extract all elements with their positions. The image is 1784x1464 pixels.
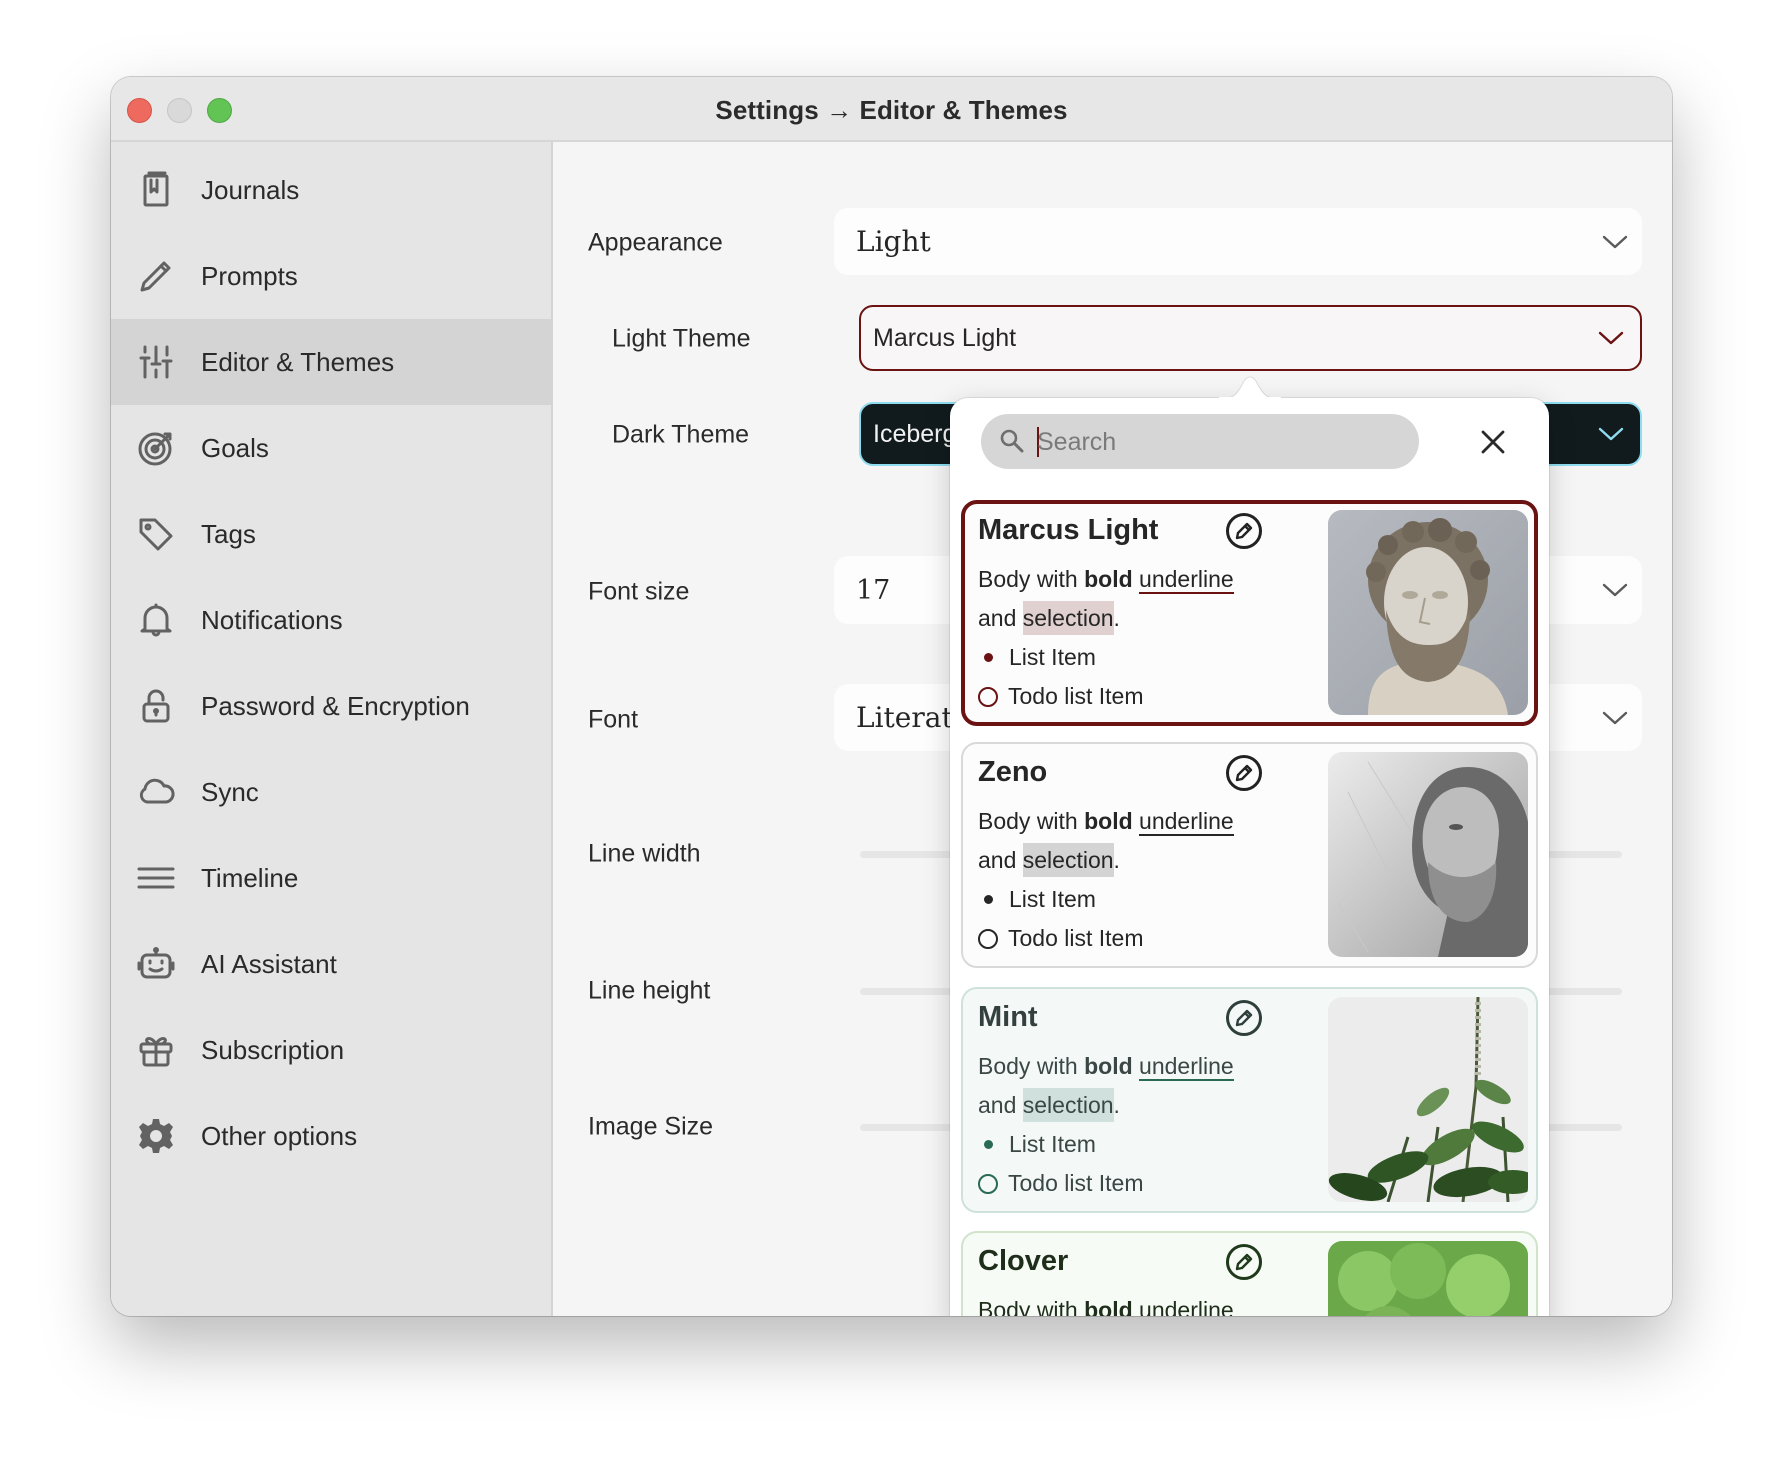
edit-theme-icon[interactable] <box>1225 512 1263 550</box>
settings-window: Settings → Editor & Themes Journals Prom… <box>111 77 1672 1316</box>
theme-preview-body: Body with bold underline and selection. <box>978 1047 1234 1125</box>
zeno-bust-image <box>1328 752 1528 957</box>
cloud-icon <box>135 771 177 813</box>
sidebar-item-label: Notifications <box>201 604 343 635</box>
todo-circle-icon <box>978 686 998 707</box>
sidebar-item-label: Other options <box>201 1120 358 1151</box>
sidebar-item-label: Password & Encryption <box>201 690 470 721</box>
theme-search-input[interactable] <box>1037 422 1397 462</box>
font-size-label: Font size <box>588 577 690 606</box>
sidebar-item-tags[interactable]: Tags <box>111 491 551 577</box>
journal-icon <box>135 169 177 211</box>
light-theme-select[interactable]: Marcus Light <box>859 305 1642 371</box>
lines-icon <box>135 857 177 899</box>
theme-preview-body: Body with bold underline and selection. <box>978 802 1234 880</box>
appearance-value: Light <box>856 225 931 258</box>
sidebar-item-prompts[interactable]: Prompts <box>111 233 551 319</box>
theme-picker-popover: Marcus Light Body with bold underline an… <box>950 398 1549 1316</box>
gift-icon <box>135 1029 177 1071</box>
light-theme-value: Marcus Light <box>873 323 1017 352</box>
edit-theme-icon[interactable] <box>1225 754 1263 792</box>
sidebar-item-label: Sync <box>201 776 259 807</box>
marcus-bust-image <box>1328 510 1528 715</box>
line-height-label: Line height <box>588 976 711 1005</box>
theme-card-clover[interactable]: Clover Body with bold underline and sele… <box>961 1231 1538 1316</box>
target-icon <box>135 427 177 469</box>
light-theme-label: Light Theme <box>612 324 751 353</box>
sidebar-item-subscription[interactable]: Subscription <box>111 1007 551 1093</box>
theme-card-mint[interactable]: Mint Body with bold underline and select… <box>961 987 1538 1213</box>
image-size-label: Image Size <box>588 1112 714 1141</box>
dark-theme-value: Iceberg <box>873 419 957 448</box>
sidebar: Journals Prompts Editor & Themes Goals T… <box>111 142 553 1316</box>
theme-preview-todo-item: Todo list Item <box>978 677 1144 716</box>
theme-search-field[interactable] <box>981 414 1419 469</box>
chevron-down-icon <box>1598 426 1624 442</box>
sidebar-item-label: Subscription <box>201 1034 345 1065</box>
edit-theme-icon[interactable] <box>1225 1243 1263 1281</box>
sidebar-item-editor-themes[interactable]: Editor & Themes <box>111 319 551 405</box>
chevron-down-icon <box>1602 234 1628 250</box>
bell-icon <box>135 599 177 641</box>
theme-preview-body: Body with bold underline and selection. <box>978 1291 1234 1316</box>
sidebar-item-timeline[interactable]: Timeline <box>111 835 551 921</box>
line-width-label: Line width <box>588 839 701 868</box>
chevron-down-icon <box>1602 582 1628 598</box>
sidebar-item-other-options[interactable]: Other options <box>111 1093 551 1179</box>
theme-preview-todo-item: Todo list Item <box>978 919 1144 958</box>
sidebar-item-journals[interactable]: Journals <box>111 147 551 233</box>
sidebar-item-sync[interactable]: Sync <box>111 749 551 835</box>
robot-icon <box>135 943 177 985</box>
theme-preview-list-item: List Item <box>978 638 1096 677</box>
todo-circle-icon <box>978 928 998 949</box>
chevron-down-icon <box>1598 330 1624 346</box>
clover-image <box>1328 1241 1528 1316</box>
sliders-icon <box>135 341 177 383</box>
theme-name: Marcus Light <box>978 514 1159 546</box>
lock-icon <box>135 685 177 727</box>
theme-name: Zeno <box>978 756 1048 788</box>
theme-name: Mint <box>978 1001 1038 1033</box>
bullet-icon <box>984 653 993 662</box>
close-icon[interactable] <box>1478 427 1508 457</box>
theme-preview-body: Body with bold underline and selection. <box>978 560 1234 638</box>
sidebar-item-label: AI Assistant <box>201 948 337 979</box>
title-bar: Settings → Editor & Themes <box>111 77 1672 142</box>
sidebar-item-label: Goals <box>201 432 269 463</box>
appearance-label: Appearance <box>588 228 723 257</box>
sidebar-item-ai-assistant[interactable]: AI Assistant <box>111 921 551 1007</box>
tag-icon <box>135 513 177 555</box>
theme-preview-todo-item: Todo list Item <box>978 1164 1144 1203</box>
appearance-select[interactable]: Light <box>834 208 1642 275</box>
sidebar-item-label: Editor & Themes <box>201 346 395 377</box>
edit-theme-icon[interactable] <box>1225 999 1263 1037</box>
sidebar-item-label: Tags <box>201 518 256 549</box>
pencil-icon <box>135 255 177 297</box>
window-title: Settings → Editor & Themes <box>715 95 1068 125</box>
bullet-icon <box>984 895 993 904</box>
theme-name: Clover <box>978 1245 1069 1277</box>
sidebar-item-label: Journals <box>201 174 300 205</box>
search-icon <box>1000 429 1024 453</box>
sidebar-item-label: Timeline <box>201 862 299 893</box>
sidebar-item-label: Prompts <box>201 260 298 291</box>
todo-circle-icon <box>978 1173 998 1194</box>
theme-preview-list-item: List Item <box>978 880 1096 919</box>
gear-icon <box>135 1115 177 1157</box>
popover-arrow <box>1219 376 1281 399</box>
theme-preview-list-item: List Item <box>978 1125 1096 1164</box>
sidebar-item-notifications[interactable]: Notifications <box>111 577 551 663</box>
sidebar-item-password-encryption[interactable]: Password & Encryption <box>111 663 551 749</box>
dark-theme-label: Dark Theme <box>612 420 750 449</box>
chevron-down-icon <box>1602 710 1628 726</box>
font-size-value: 17 <box>856 574 891 606</box>
bullet-icon <box>984 1140 993 1149</box>
sidebar-item-goals[interactable]: Goals <box>111 405 551 491</box>
mint-plant-image <box>1328 997 1528 1202</box>
theme-card-zeno[interactable]: Zeno Body with bold underline and select… <box>961 742 1538 968</box>
font-label: Font <box>588 705 639 734</box>
theme-card-marcus-light[interactable]: Marcus Light Body with bold underline an… <box>961 500 1538 726</box>
